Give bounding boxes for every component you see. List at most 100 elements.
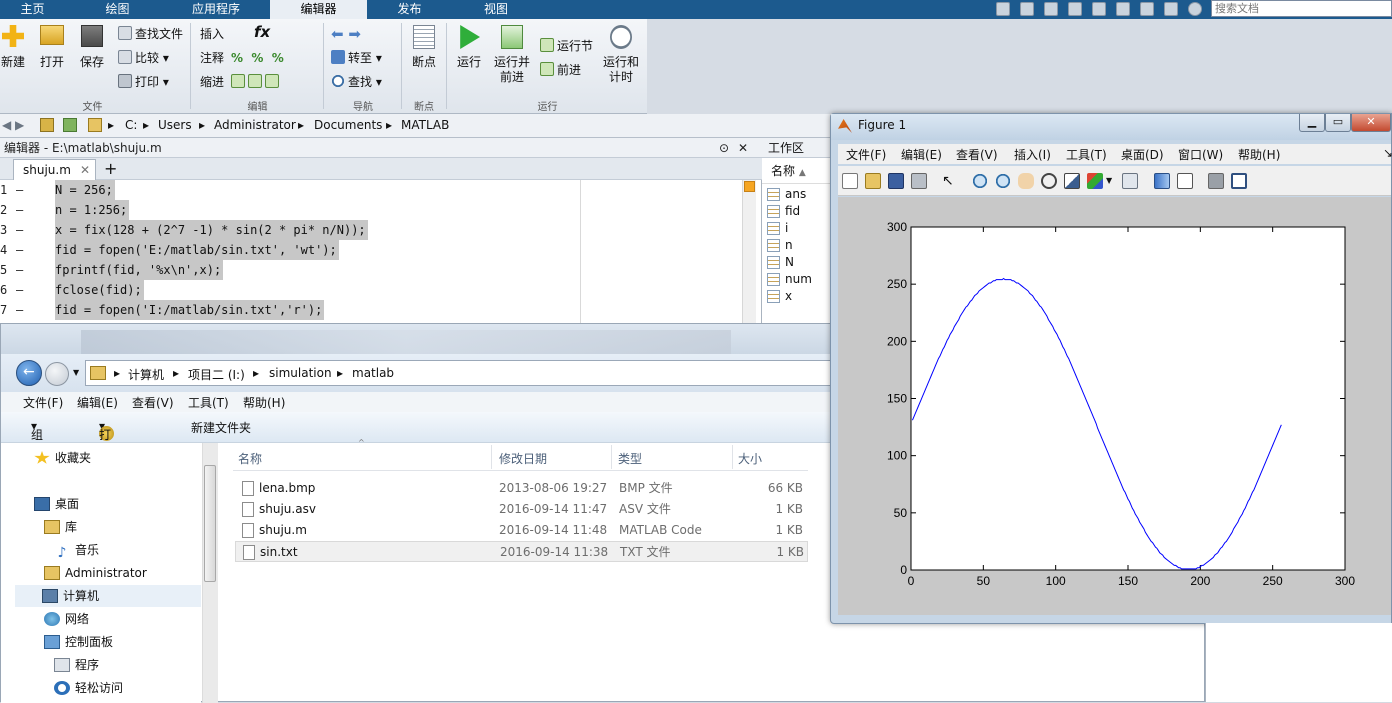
nav-computer[interactable]: 计算机 [15,585,201,607]
fig-menu-file[interactable]: 文件(F) [846,146,886,163]
file-row[interactable]: shuju.asv 2016-09-14 11:47 ASV 文件 1 KB [235,499,808,520]
menu-edit[interactable]: 编辑(E) [77,394,118,411]
nav-arrows-icon[interactable]: ◀ ▶ [2,118,24,132]
compare-button[interactable]: 比较 ▾ [118,50,169,66]
path-segment[interactable]: Users [158,118,192,132]
goto-button[interactable]: 转至 ▾ [331,50,382,66]
help-icon[interactable] [1188,2,1202,16]
code-line[interactable]: 2– n = 1:256; [0,200,762,220]
comment-button[interactable]: 注释 [200,50,224,66]
save-figure-icon[interactable] [888,173,904,189]
run-advance-button[interactable]: 运行并 前进 [492,25,532,85]
path-segment[interactable]: 项目二 (I:) [188,366,245,383]
nav-network[interactable]: 网络 [44,608,89,630]
explorer-address-bar[interactable]: ▸ 计算机 ▸ 项目二 (I:) ▸ simulation ▸ matlab [85,360,831,386]
browse-icon[interactable] [63,118,77,132]
indent-icons[interactable] [231,74,282,90]
file-row[interactable]: lena.bmp 2013-08-06 19:27 BMP 文件 66 KB [235,478,808,499]
column-divider[interactable] [732,445,733,469]
fig-menu-insert[interactable]: 插入(I) [1014,146,1051,163]
workspace-variable[interactable]: num [762,271,834,288]
path-segment[interactable]: C: [125,118,137,132]
breakpoint-gutter[interactable]: – [16,300,23,320]
rotate-3d-icon[interactable] [1041,173,1057,189]
link-plot-icon[interactable] [1122,173,1138,189]
new-folder-button[interactable]: 新建文件夹 [191,419,251,436]
workspace-variable[interactable]: i [762,220,834,237]
insert-button[interactable]: 插入 [200,26,224,42]
code-line[interactable]: 1– N = 256; [0,180,762,200]
zoom-in-icon[interactable] [972,173,988,189]
cut-icon[interactable] [1044,2,1058,16]
show-plot-tools-icon[interactable] [1231,173,1247,189]
switch-windows-icon[interactable] [1164,2,1178,16]
undo-icon[interactable] [1116,2,1130,16]
back-forward-icons[interactable]: ⬅ ➡ [331,26,361,42]
fig-menu-edit[interactable]: 编辑(E) [901,146,942,163]
nav-desktop[interactable]: 桌面 [34,493,79,515]
code-line[interactable]: 6– fclose(fid); [0,280,762,300]
menu-file[interactable]: 文件(F) [23,394,63,411]
layout-icon[interactable] [996,2,1010,16]
tab-shuju-m[interactable]: shuju.m ✕ [13,159,96,180]
current-folder-bar[interactable]: ◀ ▶ ▸ C: ▸ Users ▸ Administrator ▸ Docum… [0,114,833,138]
close-tab-icon[interactable]: ✕ [80,160,90,180]
nav-favorites[interactable]: 收藏夹 [34,447,91,469]
run-button[interactable]: 运行 [453,25,485,70]
breakpoints-button[interactable]: 断点 [408,25,440,70]
path-segment[interactable]: Documents [314,118,382,132]
up-folder-icon[interactable] [40,118,54,132]
file-row[interactable]: shuju.m 2016-09-14 11:48 MATLAB Code 1 KB [235,520,808,541]
nav-music[interactable]: ♪ 音乐 [54,539,99,561]
paste-icon[interactable] [1092,2,1106,16]
column-divider[interactable] [611,445,612,469]
indent-button[interactable]: 缩进 [200,74,224,90]
percent-icon[interactable]: % % % [231,50,284,66]
find-files-button[interactable]: 查找文件 [118,26,183,42]
tab-apps[interactable]: 应用程序 [177,0,255,19]
forward-button[interactable] [45,362,69,386]
organize-button[interactable]: 组织 ▾ [31,419,43,459]
nav-scrollbar-thumb[interactable] [204,465,216,582]
hide-plot-tools-icon[interactable] [1208,173,1224,189]
pan-hand-icon[interactable] [1018,173,1034,189]
search-docs-input[interactable]: 搜索文档 [1211,0,1392,17]
plot-axes[interactable]: 0 50 100 150 200 250 300 0 50 100 150 200 250 300 [838,197,1391,615]
run-and-time-button[interactable]: 运行和 计时 [601,25,641,85]
save-icon[interactable] [1020,2,1034,16]
nav-control-panel[interactable]: 控制面板 [44,631,113,653]
breakpoint-gutter[interactable]: – [16,280,23,300]
column-name[interactable]: 名称 [238,450,262,467]
maximize-button[interactable]: ▭ [1325,114,1351,132]
panel-menu-icon[interactable]: ⊙ [719,138,729,158]
new-figure-icon[interactable] [842,173,858,189]
brush-icon[interactable] [1087,173,1103,189]
tab-editor[interactable]: 编辑器 [270,0,367,19]
path-segment[interactable]: Administrator [214,118,296,132]
print-figure-icon[interactable] [911,173,927,189]
path-segment[interactable]: simulation [269,366,332,380]
tab-home[interactable]: 主页 [0,0,65,19]
save-button[interactable]: 保存 [76,25,108,70]
workspace-name-header[interactable]: 名称 ▲ [762,158,834,184]
close-icon[interactable]: ✕ [738,138,748,158]
history-dropdown-icon[interactable]: ▼ [73,368,79,377]
minimize-button[interactable]: ▁ [1299,114,1325,132]
menu-view[interactable]: 查看(V) [132,394,174,411]
path-segment[interactable]: matlab [352,366,394,380]
print-button[interactable]: 打印 ▾ [118,74,169,90]
workspace-variable[interactable]: ans [762,186,834,203]
close-window-button[interactable]: ✕ [1351,114,1391,132]
breakpoint-gutter[interactable]: – [16,200,23,220]
breakpoint-gutter[interactable]: – [16,220,23,240]
tab-publish[interactable]: 发布 [372,0,447,19]
nav-administrator[interactable]: Administrator [44,562,147,584]
fig-menu-tools[interactable]: 工具(T) [1066,146,1107,163]
new-tab-icon[interactable]: + [104,159,117,178]
open-button[interactable]: 打开 [36,25,68,70]
menu-tools[interactable]: 工具(T) [188,394,229,411]
brush-dropdown-icon[interactable]: ▼ [1106,173,1122,189]
column-type[interactable]: 类型 [618,450,642,467]
path-segment[interactable]: 计算机 [128,366,164,383]
back-button[interactable]: ← [16,360,42,386]
